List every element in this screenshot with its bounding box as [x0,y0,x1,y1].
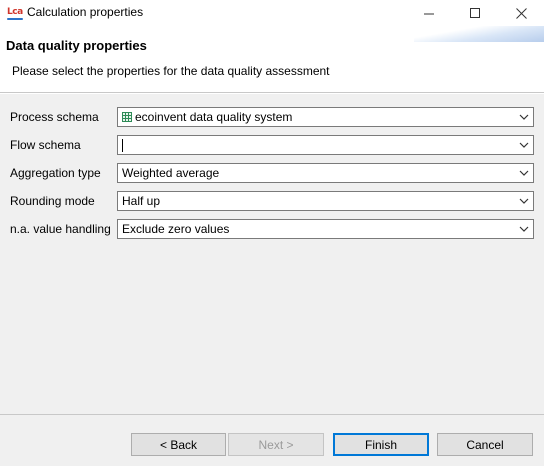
minimize-icon [423,13,434,14]
page-description: Please select the properties for the dat… [12,64,330,78]
next-button[interactable]: Next > [228,433,324,456]
minimize-button[interactable] [406,0,452,26]
flow-schema-label: Flow schema [10,138,81,152]
close-button[interactable] [498,0,544,26]
cancel-button[interactable]: Cancel [437,433,533,456]
footer-divider [0,414,544,415]
title-bar: Lca Calculation properties [0,0,544,26]
close-icon [515,7,527,19]
rounding-mode-select[interactable]: Half up [117,191,534,211]
aggregation-type-select[interactable]: Weighted average [117,163,534,183]
aggregation-type-value: Weighted average [122,166,220,180]
chevron-down-icon [519,142,529,148]
app-logo-icon: Lca [7,6,23,20]
finish-button[interactable]: Finish [333,433,429,456]
process-schema-select[interactable]: ecoinvent data quality system [117,107,534,127]
process-schema-label: Process schema [10,110,99,124]
rounding-mode-value: Half up [122,194,161,208]
header-divider-highlight [0,93,544,94]
chevron-down-icon [519,198,529,204]
maximize-icon [469,7,480,18]
na-value-handling-value: Exclude zero values [122,222,230,236]
process-schema-value: ecoinvent data quality system [135,110,293,124]
flow-schema-select[interactable] [117,135,534,155]
chevron-down-icon [519,226,529,232]
na-value-handling-label: n.a. value handling [10,222,111,236]
chevron-down-icon [519,114,529,120]
back-button[interactable]: < Back [131,433,226,456]
na-value-handling-select[interactable]: Exclude zero values [117,219,534,239]
text-cursor [122,139,123,152]
header-banner [414,26,544,42]
window-title: Calculation properties [27,5,144,19]
wizard-header: Data quality properties Please select th… [0,26,544,92]
aggregation-type-label: Aggregation type [10,166,101,180]
chevron-down-icon [519,170,529,176]
page-title: Data quality properties [6,38,147,53]
rounding-mode-label: Rounding mode [10,194,95,208]
table-grid-icon [122,112,132,122]
maximize-button[interactable] [452,0,498,26]
